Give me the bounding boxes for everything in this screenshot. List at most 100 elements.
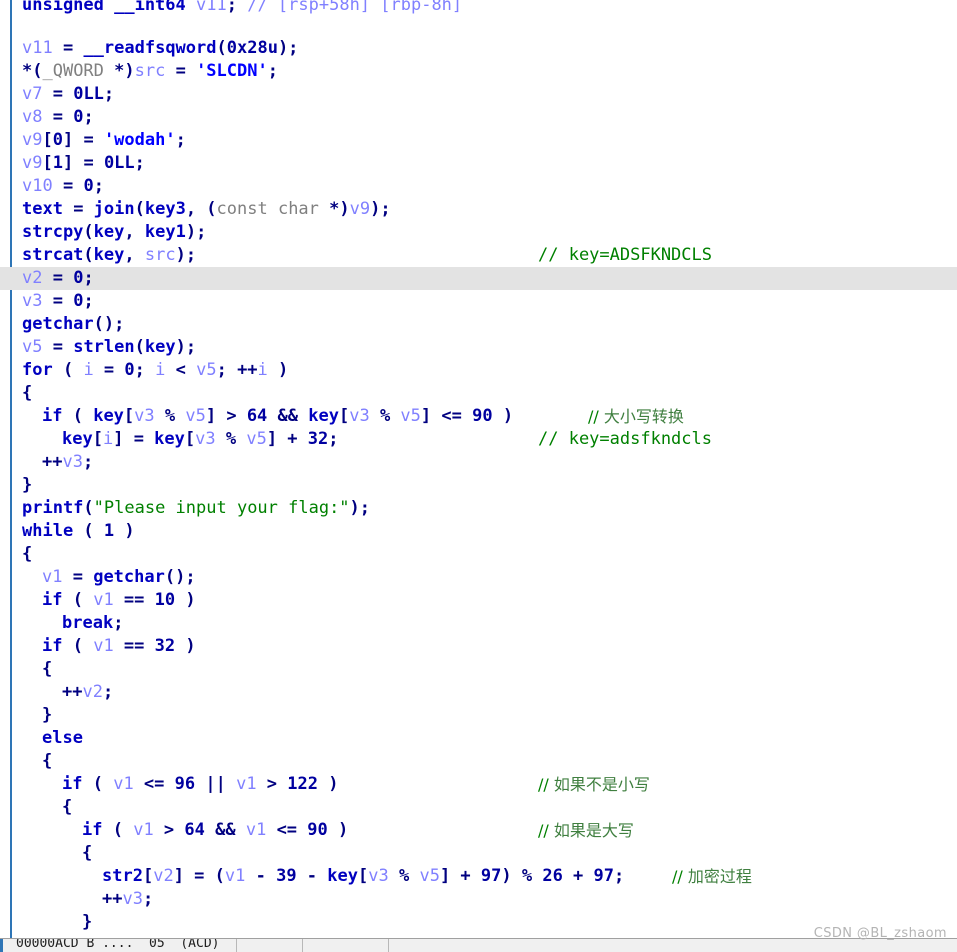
code-token-pun: ] <=: [420, 406, 473, 426]
code-token-pun: =: [42, 268, 74, 288]
code-token-var: v1: [236, 774, 257, 794]
comment-text: 如果是大写: [553, 821, 634, 840]
code-line[interactable]: {: [0, 842, 957, 865]
code-token-glb: key: [144, 337, 176, 357]
code-line[interactable]: str2[v2] = (v1 - 39 - key[v3 % v5] + 97)…: [0, 865, 957, 888]
code-line[interactable]: [0, 14, 957, 37]
code-line[interactable]: v1 = getchar();: [0, 566, 957, 589]
code-line[interactable]: {: [0, 750, 957, 773]
code-line[interactable]: *(_QWORD *)src = 'SLCDN';: [0, 60, 957, 83]
code-token-pun: ;: [113, 613, 124, 633]
code-token-pun: [: [92, 429, 103, 449]
code-token-pun: ;: [83, 291, 94, 311]
comment-slashes: //: [538, 775, 554, 794]
code-line[interactable]: while ( 1 ): [0, 520, 957, 543]
code-token-cmtv: // [rsp+58h] [rbp-8h]: [247, 0, 463, 14]
code-token-var: v5: [246, 429, 267, 449]
code-token-pun: ): [318, 774, 339, 794]
code-line[interactable]: v3 = 0;: [0, 290, 957, 313]
code-line[interactable]: else: [0, 727, 957, 750]
code-line[interactable]: if ( v1 > 64 && v1 <= 90 ) // 如果是大写: [0, 819, 957, 842]
code-token-num: 0x28u: [226, 38, 278, 58]
code-token-kw: while: [22, 521, 74, 541]
code-token-pun: [: [42, 130, 53, 150]
code-token-num: 1: [52, 153, 63, 173]
code-line[interactable]: v8 = 0;: [0, 106, 957, 129]
code-line[interactable]: getchar();: [0, 313, 957, 336]
comment-slashes: //: [672, 867, 688, 886]
code-line[interactable]: {: [0, 382, 957, 405]
ida-pseudocode-window: unsigned __int64 v11; // [rsp+58h] [rbp-…: [0, 0, 957, 952]
code-line[interactable]: }: [0, 704, 957, 727]
code-token-var: v8: [22, 107, 43, 127]
code-line[interactable]: strcpy(key, key1);: [0, 221, 957, 244]
code-comment: // 如果不是小写: [538, 773, 650, 796]
code-line[interactable]: v2 = 0;: [0, 267, 957, 290]
code-token-pun: ;: [93, 176, 104, 196]
code-line[interactable]: v9[1] = 0LL;: [0, 152, 957, 175]
code-token-pun: ): [492, 406, 514, 426]
code-token-pun: ;: [175, 130, 186, 150]
code-line[interactable]: unsigned __int64 v11; // [rsp+58h] [rbp-…: [0, 0, 957, 14]
code-token-kw: if: [42, 406, 63, 426]
code-token-var: v1: [224, 866, 246, 886]
code-token-pun: =: [42, 107, 74, 127]
code-token-glb: key: [327, 866, 358, 886]
code-line[interactable]: v11 = __readfsqword(0x28u);: [0, 37, 957, 60]
code-token-typ: _QWORD: [42, 61, 115, 81]
code-token-num: 0LL: [103, 153, 135, 173]
code-token-pun: ;: [134, 360, 156, 380]
code-line[interactable]: ++v3;: [0, 451, 957, 474]
code-token-num: 90: [472, 406, 493, 426]
code-token-glb: text: [22, 199, 63, 219]
code-line[interactable]: if ( v1 == 10 ): [0, 589, 957, 612]
code-line[interactable]: ++v3;: [0, 888, 957, 911]
pseudocode-text-area[interactable]: unsigned __int64 v11; // [rsp+58h] [rbp-…: [0, 0, 957, 952]
code-line[interactable]: ++v2;: [0, 681, 957, 704]
code-line[interactable]: }: [0, 474, 957, 497]
code-comment: // 如果是大写: [538, 819, 634, 842]
code-token-pun: ] >: [205, 406, 247, 426]
status-strip-edge-marker: [0, 939, 3, 952]
code-line[interactable]: for ( i = 0; i < v5; ++i ): [0, 359, 957, 382]
comment-text: 如果不是小写: [553, 775, 650, 794]
code-line[interactable]: {: [0, 543, 957, 566]
code-token-pun: ;: [328, 429, 339, 449]
code-token-glb: key1: [144, 222, 186, 242]
code-token-var: v1: [93, 636, 114, 656]
code-token-pun: (: [83, 245, 94, 265]
code-line[interactable]: v5 = strlen(key);: [0, 336, 957, 359]
code-line[interactable]: if ( v1 <= 96 || v1 > 122 ) // 如果不是小写: [0, 773, 957, 796]
code-token-pun: =: [42, 84, 74, 104]
code-line[interactable]: key[i] = key[v3 % v5] + 32;// key=adsfkn…: [0, 428, 957, 451]
code-comment: // 加密过程: [672, 865, 752, 888]
code-token-pun: =: [165, 61, 197, 81]
code-line[interactable]: break;: [0, 612, 957, 635]
code-token-pun: %: [388, 866, 420, 886]
code-line[interactable]: printf("Please input your flag:");: [0, 497, 957, 520]
code-token-fn: __readfsqword: [83, 38, 217, 58]
code-token-num: 64: [246, 406, 268, 426]
code-token-pun: ;: [103, 84, 115, 104]
code-line[interactable]: if ( key[v3 % v5] > 64 && key[v3 % v5] <…: [0, 405, 957, 428]
code-token-var: v3: [134, 406, 155, 426]
code-token-pun: );: [175, 337, 197, 357]
code-line[interactable]: if ( v1 == 32 ): [0, 635, 957, 658]
code-token-glb: key3: [144, 199, 186, 219]
code-token-num: 1: [103, 521, 115, 541]
code-token-pun: (: [102, 820, 134, 840]
code-line[interactable]: {: [0, 796, 957, 819]
code-line[interactable]: v9[0] = 'wodah';: [0, 129, 957, 152]
code-token-var: v3: [349, 406, 370, 426]
code-token-num: 0: [73, 291, 84, 311]
code-line[interactable]: strcat(key, src); // key=ADSFKNDCLS: [0, 244, 957, 267]
code-comment: // key=adsfkndcls: [538, 429, 712, 449]
code-token-pun: }: [42, 705, 53, 725]
code-token-pun: *): [329, 199, 350, 219]
code-line[interactable]: text = join(key3, (const char *)v9);: [0, 198, 957, 221]
code-token-pun: ,: [124, 245, 145, 265]
code-token-pun: %: [154, 406, 186, 426]
code-line[interactable]: v10 = 0;: [0, 175, 957, 198]
code-line[interactable]: {: [0, 658, 957, 681]
code-line[interactable]: v7 = 0LL;: [0, 83, 957, 106]
